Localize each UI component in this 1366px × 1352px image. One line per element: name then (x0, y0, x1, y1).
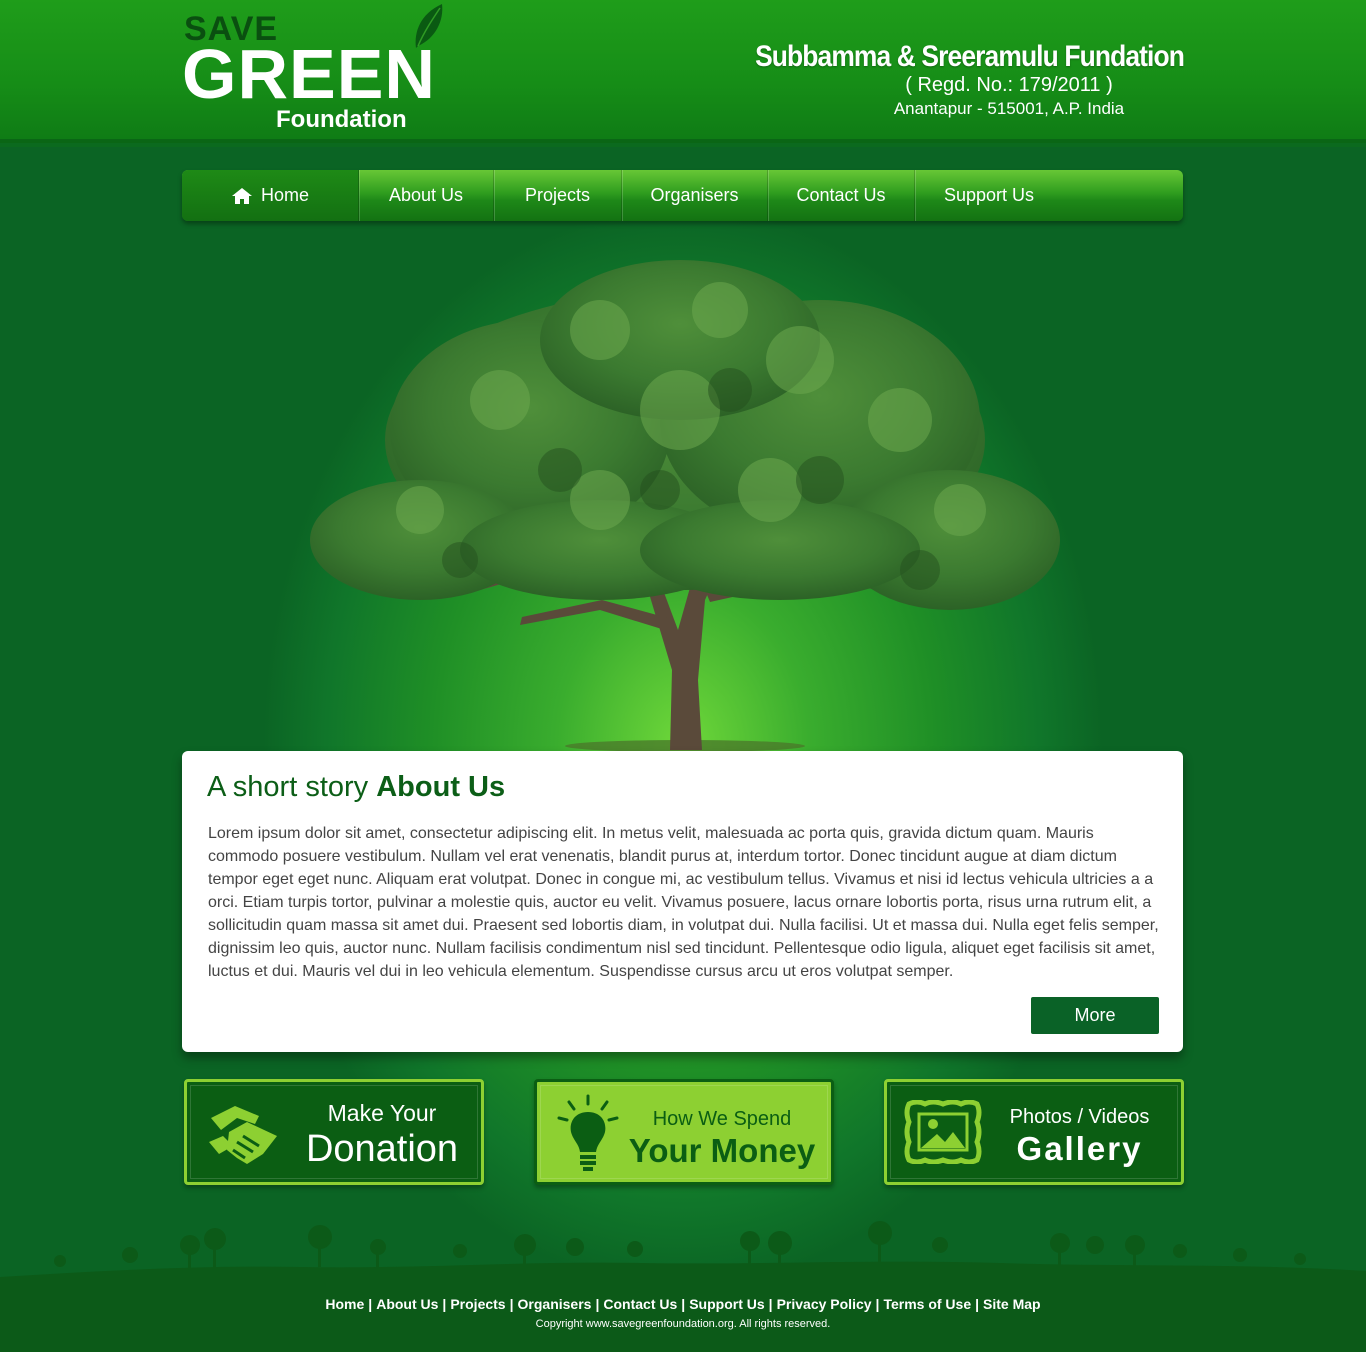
nav-label: Organisers (650, 185, 739, 205)
about-section: A short story About Us Lorem ipsum dolor… (182, 751, 1183, 1052)
about-body: Lorem ipsum dolor sit amet, consectetur … (208, 825, 1159, 980)
footer-link-projects[interactable]: Projects (450, 1296, 505, 1312)
about-title: A short story About Us (207, 771, 506, 803)
footer-link-terms-of-use[interactable]: Terms of Use (883, 1296, 971, 1312)
gallery-card[interactable]: Photos / Videos Gallery (884, 1079, 1184, 1185)
handshake-icon (209, 1106, 277, 1164)
nav-label: About Us (388, 185, 464, 205)
header: SAVE GREEN Foundation Subbamma & Sreeram… (0, 0, 1366, 143)
nav-item-contact-us[interactable]: Contact Us (768, 170, 915, 221)
nav-item-about-us[interactable]: About Us (359, 170, 494, 221)
footer-link-about-us[interactable]: About Us (376, 1296, 438, 1312)
gallery-line2: Gallery (1016, 1130, 1143, 1167)
nav-item-home[interactable]: Home (182, 170, 359, 221)
nav-label: Projects (524, 185, 591, 205)
footer: Home | About Us | Projects | Organisers | Contac… (0, 1278, 1366, 1352)
nav-label: Support Us (943, 185, 1035, 205)
main-nav: Home About Us Projects Organisers Contac… (182, 170, 1183, 221)
trees-silhouette (0, 1221, 1366, 1285)
nav-item-organisers[interactable]: Organisers (622, 170, 768, 221)
copyright: Copyright www.savegreenfoundation.org. A… (535, 1318, 831, 1330)
footer-link-home[interactable]: Home (325, 1296, 364, 1312)
org-name: Subbamma & Sreeramulu Fundation (755, 40, 1185, 73)
donation-line2: Donation (305, 1128, 459, 1170)
footer-link-contact-us[interactable]: Contact Us (603, 1296, 677, 1312)
org-regd: ( Regd. No.: 179/2011 ) (905, 74, 1113, 96)
footer-link-privacy-policy[interactable]: Privacy Policy (777, 1296, 872, 1312)
footer-links: Home | About Us | Projects | Organisers | Contac… (325, 1296, 1041, 1312)
footer-link-organisers[interactable]: Organisers (518, 1296, 592, 1312)
leaf-icon (415, 4, 443, 48)
footer-link-site-map[interactable]: Site Map (983, 1296, 1041, 1312)
picture-frame-icon (904, 1100, 982, 1164)
nav-item-support-us[interactable]: Support Us (915, 170, 1063, 221)
nav-item-projects[interactable]: Projects (494, 170, 622, 221)
logo-green-text: GREEN (182, 35, 436, 113)
lightbulb-icon (557, 1094, 619, 1171)
org-address: Anantapur - 515001, A.P. India (893, 99, 1125, 118)
footer-link-support-us[interactable]: Support Us (689, 1296, 764, 1312)
spend-line1: How We Spend (652, 1108, 792, 1130)
nav-label: Contact Us (796, 185, 886, 205)
home-icon (231, 187, 252, 204)
spend-money-card[interactable]: How We Spend Your Money (534, 1079, 834, 1185)
spend-line2: Your Money (628, 1132, 816, 1169)
hero-tree-image (310, 260, 1060, 752)
donation-line1: Make Your (327, 1100, 437, 1126)
logo[interactable]: SAVE GREEN Foundation (182, 4, 452, 136)
org-info: Subbamma & Sreeramulu Fundation ( Regd. … (684, 40, 1185, 119)
gallery-line1: Photos / Videos (1009, 1106, 1150, 1128)
more-button[interactable]: More (1031, 997, 1159, 1034)
logo-foundation-text: Foundation (276, 106, 407, 133)
donation-card[interactable]: Make Your Donation (184, 1079, 484, 1185)
nav-label: Home (260, 185, 309, 205)
